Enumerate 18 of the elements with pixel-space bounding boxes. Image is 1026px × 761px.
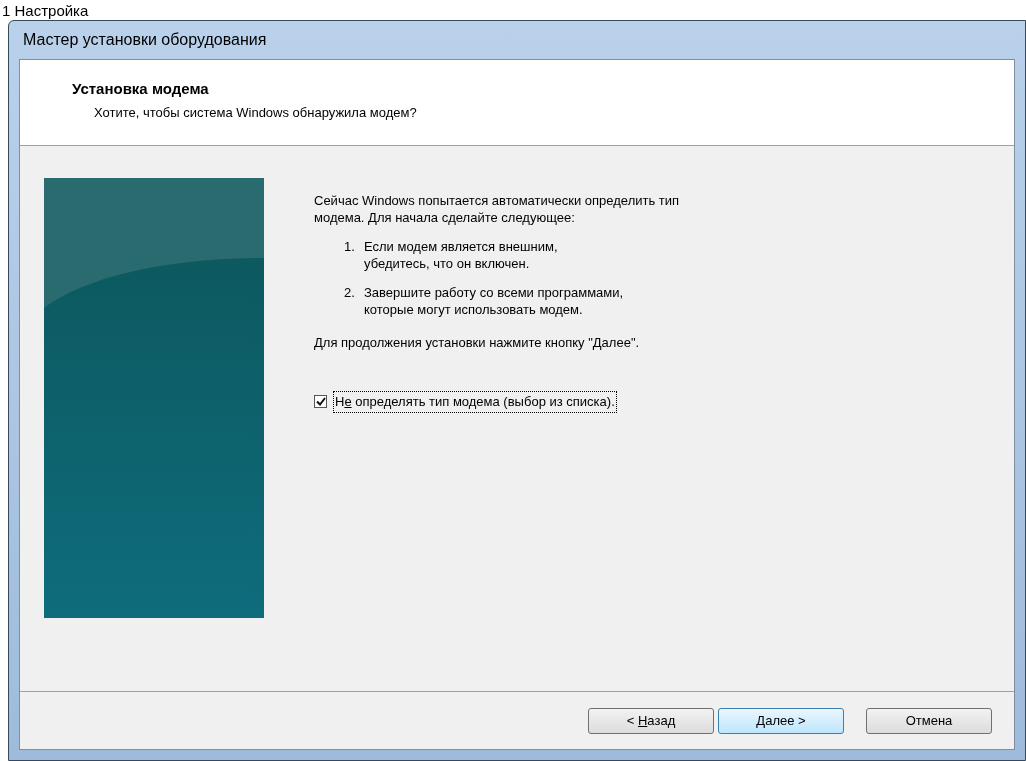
wizard-button[interactable]: Далее > (718, 707, 844, 734)
step-text: которые могут использовать модем. (364, 301, 584, 318)
header-title: Установка модема (72, 79, 210, 99)
step-text: Завершите работу со всеми программами, (364, 284, 624, 301)
window-title: Мастер установки оборудования (23, 30, 267, 50)
step-number: 1. (344, 238, 356, 256)
outro-text: Для продолжения установки нажмите кнопку "Далее". (314, 334, 641, 351)
step-text: Если модем является внешним, (364, 238, 558, 255)
checkmark-icon (315, 397, 326, 407)
checkbox-label[interactable]: Не определять тип модема (выбор из списка). (333, 391, 617, 413)
header-subtitle: Хотите, чтобы система Windows обнаружила модем? (93, 103, 418, 122)
checkbox[interactable] (314, 395, 327, 409)
step-number: 2. (344, 284, 356, 302)
wizard-button[interactable]: < Назад (588, 707, 714, 734)
intro-text: Сейчас Windows попытается автоматически определить тип модема. Для начала сделайте следующее: (314, 192, 681, 226)
caption-text: 1 Настройка (2, 2, 89, 20)
step-text: убедитесь, что он включен. (364, 255, 531, 272)
wizard-button[interactable]: Отмена (866, 707, 992, 734)
